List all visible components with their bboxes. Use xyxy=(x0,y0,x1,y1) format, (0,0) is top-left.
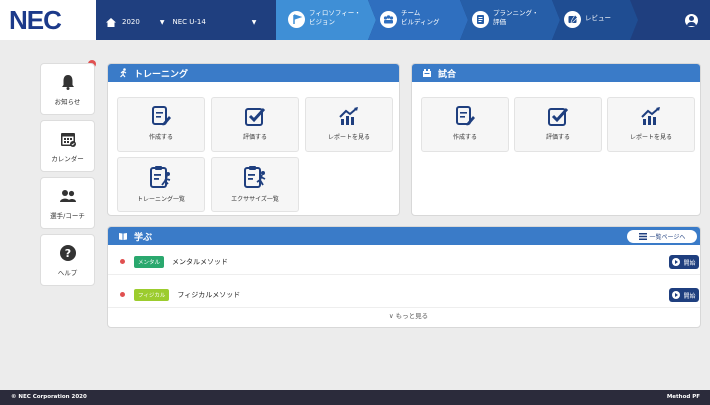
footer-brand: Method PF xyxy=(666,394,700,400)
sidebar-item-label: 選手/コーチ xyxy=(50,212,85,220)
team-icon xyxy=(380,11,397,28)
tile-label: 評価する xyxy=(242,134,267,141)
home-icon[interactable] xyxy=(106,17,116,27)
step-label: プランニング・ 評価 xyxy=(493,9,539,26)
sidebar-item-help[interactable]: ? ヘルプ xyxy=(40,234,95,286)
team-value: NEC U-14 xyxy=(172,18,206,26)
bell-icon xyxy=(61,75,74,90)
nec-logo: NEC xyxy=(9,5,62,35)
chevron-down-icon: ▼ xyxy=(159,18,165,26)
match-card: 試合 作成する 評価する レポートを見る xyxy=(411,63,701,216)
learn-header: 学ぶ xyxy=(108,227,700,245)
create-icon xyxy=(152,106,171,126)
footer: © NEC Corporation 2020 Method PF xyxy=(0,390,710,405)
show-more-link[interactable]: ∨ もっと見る xyxy=(108,310,700,320)
sidebar: お知らせ カレンダー 選手/コーチ ? ヘルプ xyxy=(40,63,95,291)
training-list-icon xyxy=(150,166,171,188)
tile-label: 作成する xyxy=(148,134,173,141)
start-button[interactable]: 開始 xyxy=(669,288,699,302)
step-label: チーム ビルディング xyxy=(401,9,440,26)
training-header: トレーニング xyxy=(108,64,399,82)
report-icon xyxy=(339,107,358,125)
method-title[interactable]: フィジカルメソッド xyxy=(177,290,240,300)
copyright: © NEC Corporation 2020 xyxy=(11,394,87,400)
review-icon xyxy=(564,11,581,28)
user-account-icon[interactable] xyxy=(685,14,698,27)
sidebar-item-calendar[interactable]: カレンダー xyxy=(40,120,95,172)
match-evaluate-tile[interactable]: 評価する xyxy=(514,97,602,152)
planning-icon xyxy=(472,11,489,28)
logo-area[interactable]: NEC xyxy=(0,0,96,40)
show-more-label: もっと見る xyxy=(395,312,429,320)
help-icon: ? xyxy=(59,245,76,261)
book-icon xyxy=(119,233,127,240)
tile-label: レポートを見る xyxy=(327,134,370,141)
players-icon xyxy=(59,190,76,202)
step-review-content[interactable]: レビュー xyxy=(552,0,632,40)
svg-text:?: ? xyxy=(64,247,70,260)
training-evaluate-tile[interactable]: 評価する xyxy=(211,97,299,152)
category-tag: メンタル xyxy=(134,255,165,268)
play-icon xyxy=(672,258,681,266)
tile-label: レポートを見る xyxy=(629,134,672,141)
start-label: 開始 xyxy=(683,292,696,300)
step-planning-content[interactable]: プランニング・ 評価 xyxy=(460,0,552,40)
chevron-down-icon: ∨ xyxy=(388,312,396,320)
sidebar-item-label: カレンダー xyxy=(51,155,84,163)
step-label: レビュー xyxy=(585,14,611,22)
match-create-tile[interactable]: 作成する xyxy=(421,97,509,152)
list-icon xyxy=(638,233,647,240)
unread-dot xyxy=(120,259,125,264)
sidebar-item-label: ヘルプ xyxy=(57,269,78,277)
runner-icon xyxy=(120,68,127,78)
exercise-list-tile[interactable]: エクササイズ一覧 xyxy=(211,157,299,212)
card-title: 学ぶ xyxy=(134,232,153,243)
chevron-down-icon: ▼ xyxy=(251,18,257,26)
sidebar-item-notifications[interactable]: お知らせ xyxy=(40,63,95,115)
start-button[interactable]: 開始 xyxy=(669,255,699,269)
training-create-tile[interactable]: 作成する xyxy=(117,97,205,152)
report-icon xyxy=(641,107,660,125)
match-report-tile[interactable]: レポートを見る xyxy=(607,97,695,152)
sidebar-item-label: お知らせ xyxy=(54,98,81,106)
tile-label: 作成する xyxy=(452,134,477,141)
list-item: フィジカル フィジカルメソッド 開始 xyxy=(108,282,700,308)
step-philosophy-content[interactable]: フィロソフィー・ ビジョン xyxy=(276,0,368,40)
match-header: 試合 xyxy=(412,64,700,82)
training-card: トレーニング 作成する 評価する レポートを見る トレーニング一覧 エクササイズ… xyxy=(107,63,400,216)
year-value: 2020 xyxy=(122,18,140,26)
exercise-list-icon xyxy=(244,166,266,188)
list-page-label: 一覧ページへ xyxy=(649,234,686,241)
start-label: 開始 xyxy=(683,259,696,267)
unread-dot xyxy=(120,292,125,297)
flag-icon xyxy=(288,11,305,28)
scoreboard-icon xyxy=(423,69,431,77)
list-item: メンタル メンタルメソッド 開始 xyxy=(108,249,700,275)
evaluate-icon xyxy=(245,107,266,126)
method-title[interactable]: メンタルメソッド xyxy=(172,257,228,267)
list-page-button[interactable]: 一覧ページへ xyxy=(627,230,697,243)
create-icon xyxy=(456,106,475,126)
play-icon xyxy=(672,291,681,299)
training-report-tile[interactable]: レポートを見る xyxy=(305,97,393,152)
year-select[interactable]: 2020 ▼ xyxy=(122,15,164,29)
evaluate-icon xyxy=(548,107,569,126)
training-list-tile[interactable]: トレーニング一覧 xyxy=(117,157,205,212)
calendar-icon xyxy=(60,133,76,147)
sidebar-item-players-coaches[interactable]: 選手/コーチ xyxy=(40,177,95,229)
step-team-building-content[interactable]: チーム ビルディング xyxy=(368,0,460,40)
top-header: NEC 2020 ▼ NEC U-14 ▼ フィロソフィー・ ビジョン チーム … xyxy=(0,0,710,40)
step-label: フィロソフィー・ ビジョン xyxy=(309,9,361,26)
tile-label: トレーニング一覧 xyxy=(136,196,185,203)
card-title: 試合 xyxy=(438,69,457,80)
context-selector-bar: 2020 ▼ NEC U-14 ▼ xyxy=(106,15,256,29)
team-select[interactable]: NEC U-14 ▼ xyxy=(172,15,256,29)
tile-label: 評価する xyxy=(545,134,570,141)
card-title: トレーニング xyxy=(134,69,189,80)
tile-label: エクササイズ一覧 xyxy=(231,196,279,203)
category-tag: フィジカル xyxy=(134,288,170,301)
learn-card: 学ぶ 一覧ページへ メンタル メンタルメソッド 開始 フィジカル フィジカルメソ… xyxy=(107,226,701,328)
